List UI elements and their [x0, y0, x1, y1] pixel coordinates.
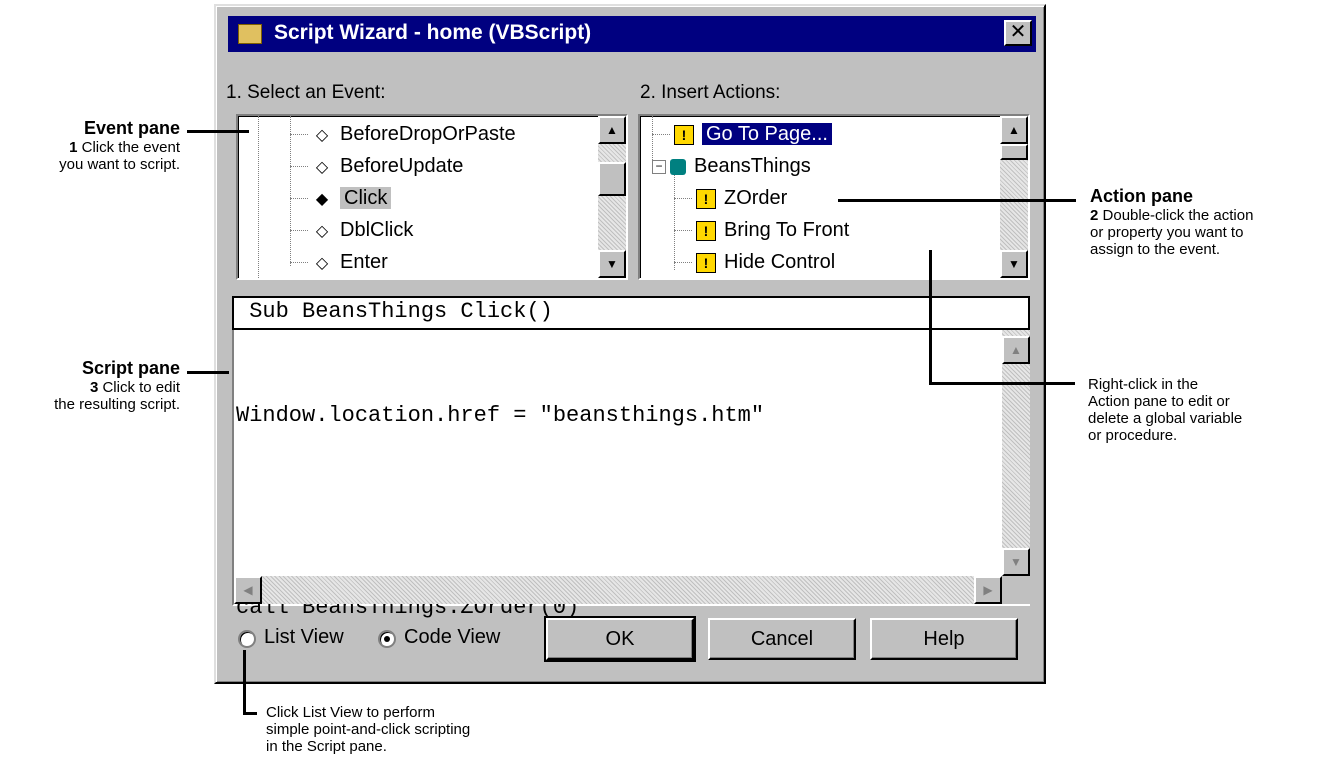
script-header: Sub BeansThings Click(): [232, 296, 1030, 330]
scroll-thumb[interactable]: [598, 162, 626, 196]
event-item[interactable]: ◇ BeforeDropOrPaste: [290, 118, 516, 150]
action-pane[interactable]: ! Go To Page... − BeansThings ! ZOrder ! Bri…: [638, 114, 1030, 280]
action-icon: !: [696, 188, 716, 209]
script-line: [236, 496, 764, 528]
callout-leader-line: [187, 130, 249, 133]
script-wizard-dialog: Script Wizard - home (VBScript) ✕ 1. Sel…: [214, 4, 1046, 684]
code-view-radio[interactable]: [378, 630, 396, 648]
right-click-callout: Right-click in the Action pane to edit o…: [1088, 376, 1243, 444]
code-view-label[interactable]: Code View: [404, 626, 500, 649]
diamond-outline-icon: ◇: [315, 255, 329, 272]
list-view-radio[interactable]: [238, 630, 256, 648]
event-item[interactable]: ◇ DblClick: [290, 214, 516, 246]
script-line: Window.location.href = "beansthings.htm": [236, 403, 765, 428]
script-hscrollbar[interactable]: ◀ ▶: [234, 576, 1002, 604]
action-object-item[interactable]: − BeansThings: [652, 150, 849, 182]
actions-section-label: 2. Insert Actions:: [640, 82, 781, 103]
callout-leader-line: [243, 650, 246, 714]
ok-button[interactable]: OK: [544, 616, 696, 662]
diamond-filled-icon: ◆: [315, 191, 329, 208]
radio-selected-dot: [384, 636, 390, 642]
object-icon: [670, 158, 686, 175]
callout-title: Event pane: [83, 118, 180, 138]
cancel-button[interactable]: Cancel: [708, 618, 856, 660]
action-item[interactable]: ! ZOrder: [652, 182, 849, 214]
scroll-down-arrow-icon[interactable]: ▼: [1002, 548, 1030, 576]
list-view-callout: Click List View to perform simple point-…: [266, 704, 471, 755]
collapse-icon[interactable]: −: [652, 159, 666, 174]
callout-leader-line: [929, 382, 1075, 385]
list-view-label[interactable]: List View: [264, 626, 344, 649]
scroll-corner: [1002, 576, 1030, 604]
diamond-outline-icon: ◇: [315, 223, 329, 240]
scroll-left-arrow-icon[interactable]: ◀: [234, 576, 262, 604]
scroll-down-arrow-icon[interactable]: ▼: [598, 250, 626, 278]
callout-leader-line: [243, 712, 257, 715]
event-section-label: 1. Select an Event:: [226, 82, 386, 103]
action-item[interactable]: ! Bring To Front: [652, 214, 849, 246]
action-pane-callout: Action pane 2 Double-click the action or…: [1090, 186, 1254, 258]
callout-leader-line: [929, 250, 932, 384]
help-button[interactable]: Help: [870, 618, 1018, 660]
action-item[interactable]: ! Hide Control: [652, 246, 849, 278]
dialog-title: Script Wizard - home (VBScript): [274, 21, 592, 44]
scroll-up-arrow-icon[interactable]: ▲: [1000, 116, 1028, 144]
diamond-outline-icon: ◇: [315, 127, 329, 144]
action-icon: !: [674, 124, 694, 145]
scroll-up-arrow-icon[interactable]: ▲: [1002, 336, 1030, 364]
action-scrollbar[interactable]: ▲ ▼: [1000, 116, 1028, 278]
event-item-selected[interactable]: ◆ Click: [290, 182, 516, 214]
event-item[interactable]: ◇ Enter: [290, 246, 516, 278]
event-pane-callout: Event pane 1 Click the event you want to…: [59, 118, 180, 173]
close-button[interactable]: ✕: [1004, 20, 1032, 46]
script-pane-callout: Script pane 3 Click to edit the resultin…: [54, 358, 180, 413]
action-icon: !: [696, 220, 716, 241]
diamond-outline-icon: ◇: [315, 159, 329, 176]
action-icon: !: [696, 252, 716, 273]
title-bar[interactable]: Script Wizard - home (VBScript) ✕: [228, 16, 1036, 52]
scroll-down-arrow-icon[interactable]: ▼: [1000, 250, 1028, 278]
event-item[interactable]: ◇ BeforeUpdate: [290, 150, 516, 182]
scroll-icon: [238, 24, 262, 44]
callout-leader-line: [187, 371, 229, 374]
action-item-selected[interactable]: ! Go To Page...: [652, 118, 849, 150]
scroll-up-arrow-icon[interactable]: ▲: [598, 116, 626, 144]
close-icon: ✕: [1009, 21, 1027, 43]
event-pane[interactable]: ◇ BeforeDropOrPaste ◇ BeforeUpdate ◆ Click …: [236, 114, 628, 280]
scroll-thumb[interactable]: [1000, 144, 1028, 160]
tree-guide-line: [258, 116, 259, 278]
script-vscrollbar[interactable]: ▲ ▼: [1002, 330, 1030, 576]
event-scrollbar[interactable]: ▲ ▼: [598, 116, 626, 278]
scroll-right-arrow-icon[interactable]: ▶: [974, 576, 1002, 604]
script-pane[interactable]: Window.location.href = "beansthings.htm"…: [232, 330, 1030, 620]
callout-leader-line: [838, 199, 1076, 202]
